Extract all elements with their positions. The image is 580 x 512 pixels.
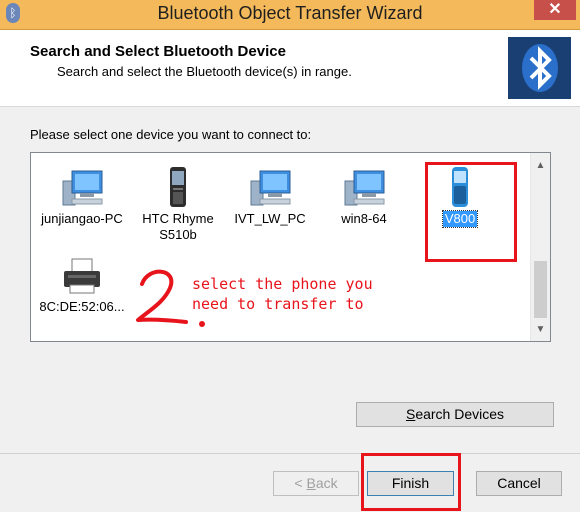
annotation-highlight-v800 [425, 162, 517, 262]
close-button[interactable]: ✕ [534, 0, 576, 20]
window-title: Bluetooth Object Transfer Wizard [157, 3, 423, 23]
device-item-win8-64[interactable]: win8-64 [317, 167, 411, 227]
device-label: IVT_LW_PC [234, 211, 306, 226]
device-label: HTC Rhyme S510b [142, 211, 214, 242]
page-subtitle: Search and select the Bluetooth device(s… [57, 64, 352, 79]
computer-icon [62, 170, 103, 206]
wizard-header: Search and Select Bluetooth Device Searc… [0, 30, 580, 107]
annotation-text: select the phone you need to transfer to [192, 275, 373, 313]
scroll-up-icon[interactable]: ▲ [531, 157, 550, 174]
page-title: Search and Select Bluetooth Device [30, 43, 286, 60]
computer-icon [344, 170, 385, 206]
scroll-down-icon[interactable]: ▼ [531, 321, 550, 338]
title-bar: ᛒ Bluetooth Object Transfer Wizard ✕ [0, 0, 580, 30]
select-prompt: Please select one device you want to con… [30, 127, 312, 142]
bluetooth-logo [508, 37, 571, 99]
scroll-thumb[interactable] [534, 261, 547, 318]
annotation-highlight-finish [361, 453, 461, 511]
step-number-text: 2. [130, 264, 132, 265]
search-devices-button[interactable]: Search Devices [356, 402, 554, 427]
computer-icon [250, 170, 291, 206]
back-button[interactable]: < Back [273, 471, 359, 496]
bluetooth-icon [522, 44, 558, 92]
device-label: junjiangao-PC [41, 211, 123, 226]
phone-icon [170, 167, 186, 207]
device-item-ivt-lw-pc[interactable]: IVT_LW_PC [223, 167, 317, 227]
device-item-htc-rhyme[interactable]: HTC Rhyme S510b [131, 165, 225, 243]
device-label: 8C:DE:52:06... [39, 299, 125, 314]
vertical-scrollbar[interactable]: ▲ ▼ [530, 153, 550, 341]
cancel-button[interactable]: Cancel [476, 471, 562, 496]
device-label: win8-64 [341, 211, 387, 226]
printer-icon [64, 258, 100, 294]
footer-divider [0, 453, 580, 454]
device-item-printer[interactable]: 8C:DE:52:06... [35, 257, 129, 315]
device-item-junjiangao-pc[interactable]: junjiangao-PC [35, 167, 129, 227]
